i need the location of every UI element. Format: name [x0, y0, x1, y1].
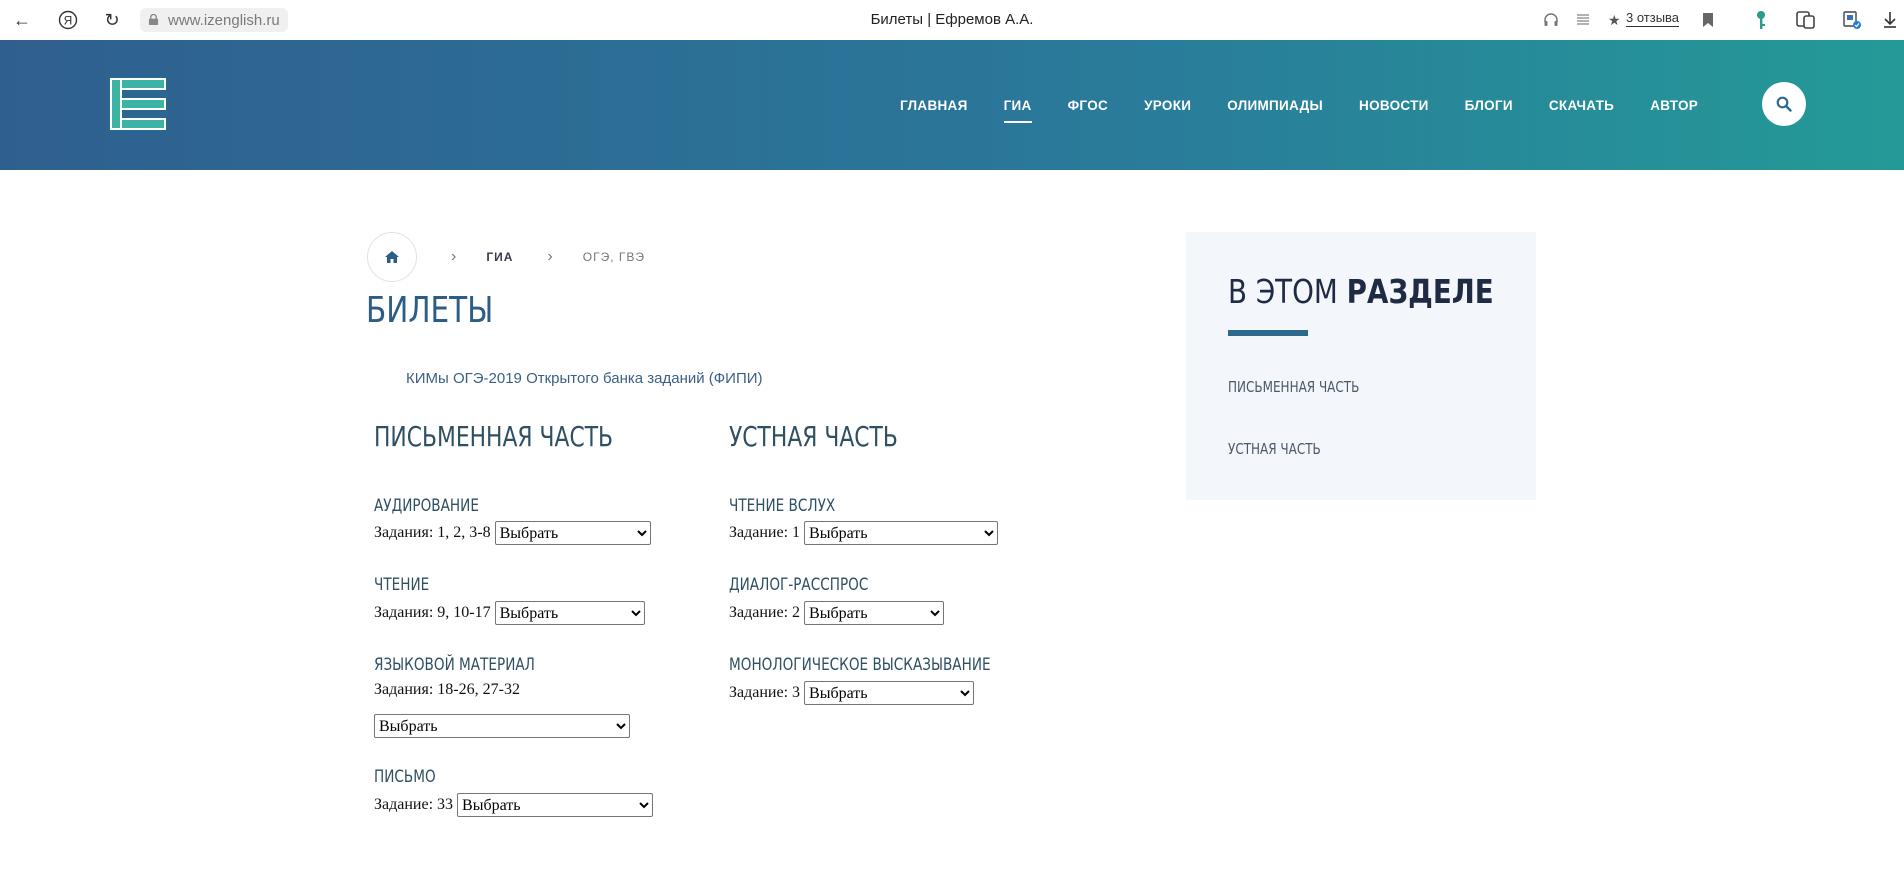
breadcrumb-home[interactable] [367, 232, 417, 282]
reload-icon[interactable]: ↻ [100, 8, 124, 32]
listening-tasks-label: Задания: 1, 2, 3-8 [374, 524, 491, 541]
svg-text:Я: Я [64, 14, 73, 28]
oral-part-title: УСТНАЯ ЧАСТЬ [729, 420, 898, 453]
monologue-tasks-label: Задание: 3 [729, 684, 801, 701]
download-icon[interactable] [1882, 9, 1898, 31]
nav-item-blogs[interactable]: БЛОГИ [1465, 98, 1513, 113]
star-icon: ★ [1608, 11, 1621, 28]
language-select[interactable]: Выбрать [374, 714, 630, 738]
sidebar-link-written[interactable]: ПИСЬМЕННАЯ ЧАСТЬ [1228, 378, 1359, 396]
breadcrumb: › ГИА › ОГЭ, ГВЭ [367, 232, 645, 282]
sidebar-title: В ЭТОМ РАЗДЕЛЕ [1228, 272, 1494, 311]
monologue-title: МОНОЛОГИЧЕСКОЕ ВЫСКАЗЫВАНИЕ [729, 655, 991, 675]
monologue-select[interactable]: Выбрать [804, 681, 975, 705]
fipi-bank-link[interactable]: КИМы ОГЭ-2019 Открытого банка заданий (Ф… [406, 370, 763, 387]
sidebar-link-oral[interactable]: УСТНАЯ ЧАСТЬ [1228, 440, 1321, 458]
chevron-right-icon: › [547, 248, 553, 265]
reading-aloud-title: ЧТЕНИЕ ВСЛУХ [729, 496, 836, 516]
search-icon [1776, 96, 1792, 112]
page-title: БИЛЕТЫ [366, 290, 494, 331]
home-icon [385, 251, 399, 263]
letter-title: ПИСЬМО [374, 767, 436, 787]
dialogue-title: ДИАЛОГ-РАССПРОС [729, 575, 869, 595]
breadcrumb-oge: ОГЭ, ГВЭ [582, 250, 646, 264]
section-sidebar: В ЭТОМ РАЗДЕЛЕ ПИСЬМЕННАЯ ЧАСТЬ УСТНАЯ Ч… [1186, 232, 1536, 500]
breadcrumb-gia[interactable]: ГИА [486, 250, 513, 264]
reader-mode-icon[interactable] [1576, 9, 1590, 31]
listening-title: АУДИРОВАНИЕ [374, 496, 479, 516]
reading-aloud-select[interactable]: Выбрать [804, 521, 999, 545]
chevron-right-icon: › [451, 248, 457, 265]
monologue-tasks-row: Задание: 3 Выбрать [729, 681, 975, 705]
site-header: ГЛАВНАЯ ГИА ФГОС УРОКИ ОЛИМПИАДЫ НОВОСТИ… [0, 40, 1904, 170]
letter-select[interactable]: Выбрать [457, 793, 654, 817]
language-tasks-row: Задания: 18-26, 27-32 [374, 681, 520, 699]
key-icon[interactable] [1754, 9, 1768, 31]
dialogue-select[interactable]: Выбрать [804, 601, 945, 625]
language-tasks-label: Задания: 18-26, 27-32 [374, 681, 520, 698]
reading-title: ЧТЕНИЕ [374, 575, 430, 595]
nav-item-olympiads[interactable]: ОЛИМПИАДЫ [1227, 98, 1323, 113]
browser-toolbar: ← Я ↻ www.izenglish.ru Билеты | Ефремов … [0, 0, 1904, 41]
nav-item-home[interactable]: ГЛАВНАЯ [900, 98, 968, 113]
extension-icon[interactable] [1796, 9, 1816, 31]
nav-item-download[interactable]: СКАЧАТЬ [1549, 98, 1614, 113]
main-nav: ГЛАВНАЯ ГИА ФГОС УРОКИ ОЛИМПИАДЫ НОВОСТИ… [900, 40, 1734, 170]
dialogue-tasks-row: Задание: 2 Выбрать [729, 601, 945, 625]
dialogue-tasks-label: Задание: 2 [729, 604, 801, 621]
listening-tasks-row: Задания: 1, 2, 3-8 Выбрать [374, 521, 651, 545]
letter-tasks-label: Задание: 33 [374, 796, 454, 813]
reading-select[interactable]: Выбрать [494, 601, 645, 625]
listening-select[interactable]: Выбрать [494, 521, 651, 545]
reading-tasks-row: Задания: 9, 10-17 Выбрать [374, 601, 645, 625]
translate-extension-icon[interactable] [1842, 9, 1862, 31]
nav-item-author[interactable]: АВТОР [1650, 98, 1698, 113]
nav-item-gia[interactable]: ГИА [1003, 98, 1032, 123]
address-bar[interactable]: www.izenglish.ru [140, 8, 288, 32]
sidebar-divider [1228, 330, 1308, 336]
headphones-icon[interactable] [1543, 9, 1559, 31]
nav-item-news[interactable]: НОВОСТИ [1359, 98, 1429, 113]
reviews-link[interactable]: 3 отзыва [1626, 10, 1680, 27]
url-text: www.izenglish.ru [168, 11, 280, 29]
search-button[interactable] [1762, 82, 1806, 126]
sidebar-title-bold: РАЗДЕЛЕ [1346, 272, 1494, 311]
bookmark-icon[interactable] [1702, 9, 1714, 31]
letter-tasks-row: Задание: 33 Выбрать [374, 793, 654, 817]
reading-tasks-label: Задания: 9, 10-17 [374, 604, 491, 621]
written-part-title: ПИСЬМЕННАЯ ЧАСТЬ [374, 420, 614, 453]
reading-aloud-tasks-label: Задание: 1 [729, 524, 801, 541]
nav-item-lessons[interactable]: УРОКИ [1144, 98, 1191, 113]
language-select-row: Выбрать [370, 714, 630, 738]
yandex-icon[interactable]: Я [56, 8, 80, 32]
nav-item-fgos[interactable]: ФГОС [1068, 98, 1108, 113]
lock-icon [148, 14, 159, 25]
sidebar-title-light: В ЭТОМ [1228, 272, 1338, 311]
site-logo[interactable] [108, 76, 168, 132]
reading-aloud-tasks-row: Задание: 1 Выбрать [729, 521, 999, 545]
language-title: ЯЗЫКОВОЙ МАТЕРИАЛ [374, 655, 535, 675]
back-arrow-icon[interactable]: ← [10, 8, 34, 32]
